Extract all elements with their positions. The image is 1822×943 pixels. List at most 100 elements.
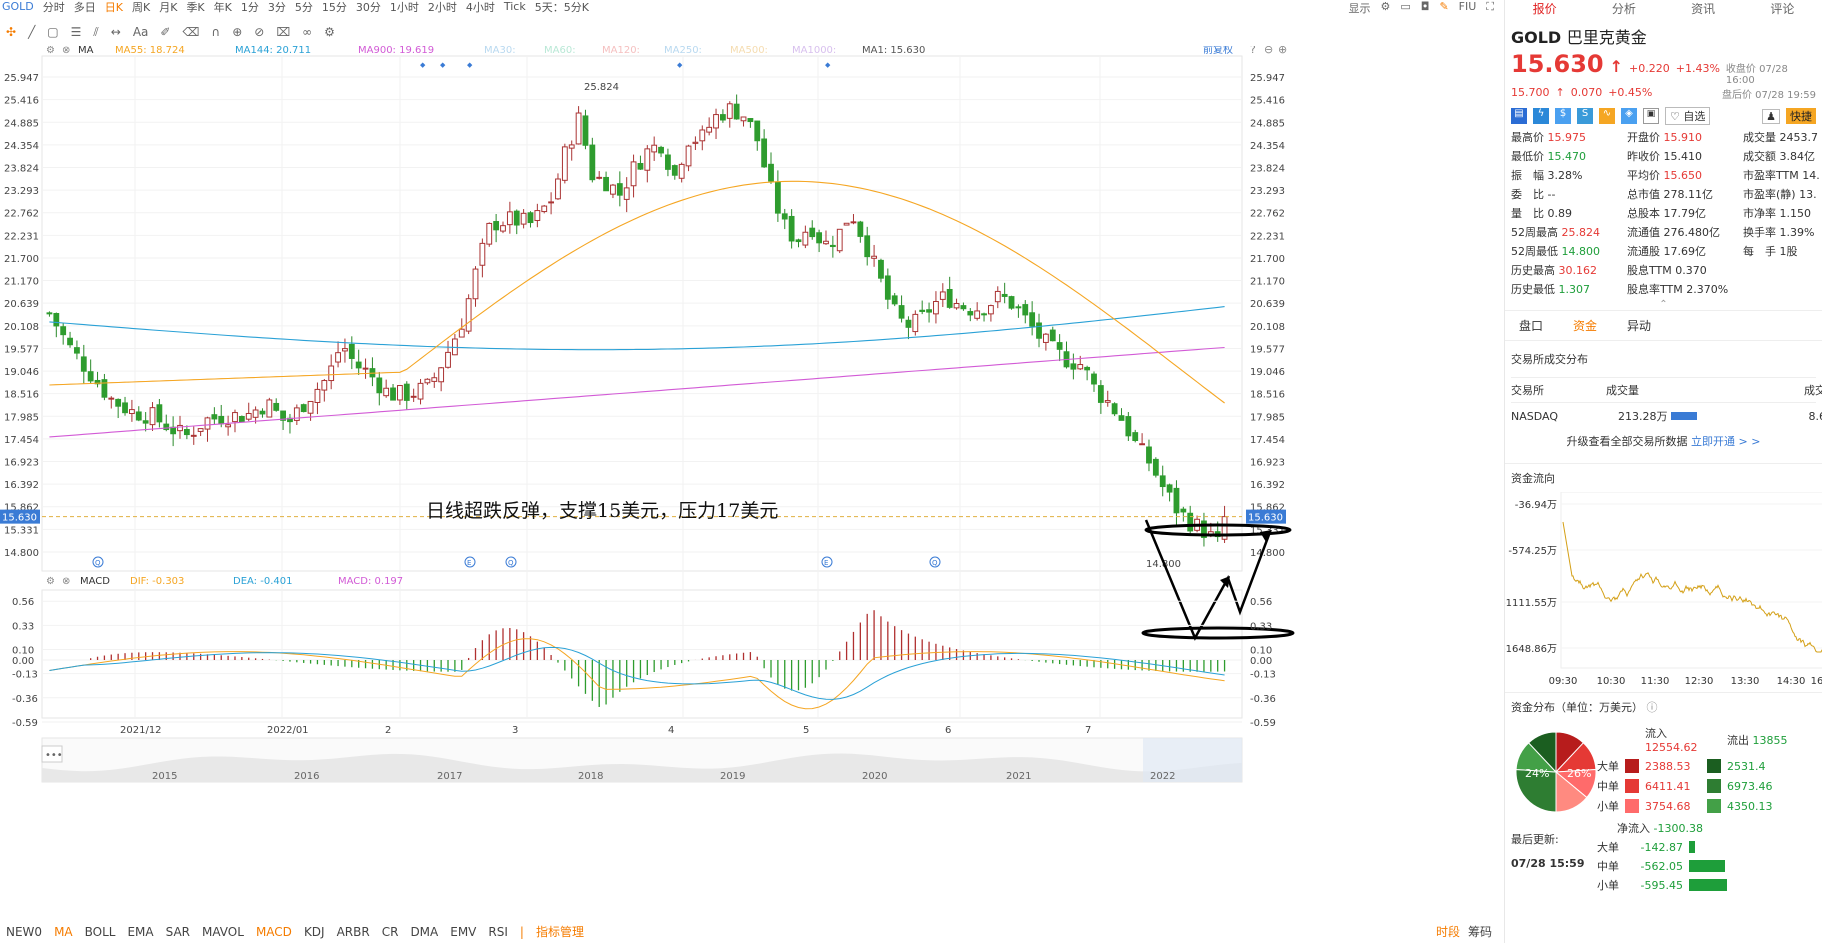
chart-icon[interactable]: ∿	[1599, 108, 1615, 124]
link-icon[interactable]: ∞	[302, 25, 312, 39]
brush-icon[interactable]: ✐	[160, 25, 170, 39]
period-6[interactable]: 年K	[214, 0, 232, 14]
candle-body	[555, 178, 561, 200]
indicator-ma[interactable]: MA	[54, 925, 73, 939]
pen-icon[interactable]: ✎	[1439, 0, 1448, 13]
quick-button[interactable]: 快捷	[1786, 108, 1816, 124]
period-4[interactable]: 月K	[159, 0, 177, 14]
period-14[interactable]: 4小时	[466, 0, 495, 14]
line-tool-icon[interactable]: ╱	[28, 25, 35, 39]
bell-icon[interactable]: ♟	[1762, 108, 1780, 124]
doc-icon[interactable]: ▣	[1643, 108, 1659, 124]
ma-value-3: MA30:	[484, 46, 516, 56]
indicator-kdj[interactable]: KDJ	[304, 925, 325, 939]
candle-body	[458, 328, 465, 338]
period-3[interactable]: 周K	[132, 0, 150, 14]
panel-tab-0[interactable]: 报价	[1505, 0, 1584, 16]
ma-value-9: MA1: 15.630	[862, 46, 925, 56]
gear-icon[interactable]: ⚙	[324, 25, 335, 39]
restore-button[interactable]: 前复权	[1203, 46, 1233, 56]
stat-3: 最低价 15.470	[1511, 150, 1586, 163]
text-tool[interactable]: Aa	[133, 25, 149, 39]
ma-value-2: MA900: 19.619	[358, 46, 434, 56]
delete-icon[interactable]: ⌧	[276, 25, 290, 39]
subtab-1[interactable]: 资金	[1573, 317, 1597, 334]
layout-icon[interactable]: ▭	[1400, 0, 1410, 13]
indicator-mavol[interactable]: MAVOL	[202, 925, 244, 939]
stock-chart[interactable]: 25.947 25.947 25.416 25.416 24.885 24.885 24.3…	[0, 46, 1500, 926]
indicator-arbr[interactable]: ARBR	[337, 925, 370, 939]
chips-button[interactable]: 筹码	[1468, 923, 1492, 940]
indicator-sar[interactable]: SAR	[166, 925, 190, 939]
period-5[interactable]: 季K	[186, 0, 204, 14]
help-icon[interactable]: ⓘ	[1647, 701, 1658, 714]
grid-icon[interactable]: ▤	[1511, 108, 1527, 124]
candle-body	[878, 259, 884, 279]
indicator-boll[interactable]: BOLL	[85, 925, 116, 939]
camera-icon[interactable]: ◘	[1421, 0, 1430, 13]
tag-icon[interactable]: ◈	[1621, 108, 1637, 124]
candle-body	[259, 410, 266, 415]
candle-body	[149, 407, 156, 426]
panel-tab-2[interactable]: 资讯	[1664, 0, 1743, 16]
period-1[interactable]: 多日	[74, 0, 96, 14]
candle-body	[1118, 415, 1125, 421]
candle-body	[726, 103, 733, 119]
collapse-icon[interactable]: ⌃	[1505, 299, 1822, 310]
parallel-tool-icon[interactable]: ⫽	[93, 25, 98, 40]
magnet-icon[interactable]: ∩	[211, 25, 220, 39]
eraser-icon[interactable]: ⌫	[182, 25, 199, 39]
arrow-tool-icon[interactable]: ↔	[111, 25, 121, 39]
period-12[interactable]: 1小时	[390, 0, 419, 14]
macd-name: MACD	[80, 576, 110, 587]
price-tick-right: 16.392	[1250, 480, 1285, 491]
period-11[interactable]: 30分	[356, 0, 381, 14]
period-10[interactable]: 15分	[322, 0, 347, 14]
indicator-rsi[interactable]: RSI	[488, 925, 508, 939]
symbol-label[interactable]: GOLD	[2, 0, 34, 13]
subtab-0[interactable]: 盘口	[1519, 317, 1543, 334]
period-16[interactable]: 5天：5分K	[535, 0, 589, 14]
session-button[interactable]: 时段	[1436, 923, 1460, 940]
stats-grid: 最高价 15.975 开盘价 15.910 成交量 2453.7 最低价 15.470…	[1505, 129, 1822, 299]
panel-tab-3[interactable]: 评论	[1743, 0, 1822, 16]
fiu-button[interactable]: FIU	[1459, 0, 1477, 13]
dollar-icon[interactable]: $	[1555, 108, 1571, 124]
period-2[interactable]: 日K	[105, 0, 123, 14]
price-tick-right: 17.454	[1250, 435, 1285, 446]
period-8[interactable]: 3分	[268, 0, 286, 14]
period-15[interactable]: Tick	[504, 0, 526, 13]
candle-body	[630, 161, 637, 187]
subtab-2[interactable]: 异动	[1627, 317, 1651, 334]
display-menu[interactable]: 显示	[1348, 0, 1370, 15]
upgrade-link[interactable]: 立即开通 > >	[1691, 435, 1760, 448]
watchlist-button[interactable]: ♡ 自选	[1665, 107, 1711, 125]
period-9[interactable]: 5分	[295, 0, 313, 14]
indicator-emv[interactable]: EMV	[450, 925, 476, 939]
svg-text:E: E	[467, 559, 471, 567]
ma-value-1: MA144: 20.711	[235, 46, 311, 56]
macd-tick-left: 0.56	[12, 597, 34, 608]
hide-icon[interactable]: ⊘	[254, 25, 264, 39]
capital-pie: 24% 26%	[1515, 731, 1597, 813]
indicator-ema[interactable]: EMA	[127, 925, 153, 939]
rect-tool-icon[interactable]: ▢	[47, 25, 58, 39]
indicator-dma[interactable]: DMA	[410, 925, 438, 939]
fib-tool-icon[interactable]: ☰	[71, 25, 82, 39]
panel-tab-1[interactable]: 分析	[1584, 0, 1663, 16]
settings-icon[interactable]: ⚙	[1380, 0, 1390, 13]
indicator-new0[interactable]: NEW0	[6, 925, 42, 939]
crosshair-icon[interactable]: ✣	[6, 25, 16, 39]
indicator-macd[interactable]: MACD	[256, 925, 292, 939]
indicator-manage[interactable]: 指标管理	[536, 923, 584, 940]
price-tick-left: 24.354	[4, 141, 39, 152]
bolt-icon[interactable]: ϟ	[1533, 108, 1549, 124]
period-7[interactable]: 1分	[241, 0, 259, 14]
indicator-cr[interactable]: CR	[382, 925, 399, 939]
swap-icon[interactable]: S	[1577, 108, 1593, 124]
period-13[interactable]: 2小时	[428, 0, 457, 14]
lock-icon[interactable]: ⊕	[232, 25, 242, 39]
candle-body	[1070, 363, 1077, 370]
fullscreen-icon[interactable]: ⛶	[1486, 0, 1494, 13]
period-0[interactable]: 分时	[43, 0, 65, 14]
